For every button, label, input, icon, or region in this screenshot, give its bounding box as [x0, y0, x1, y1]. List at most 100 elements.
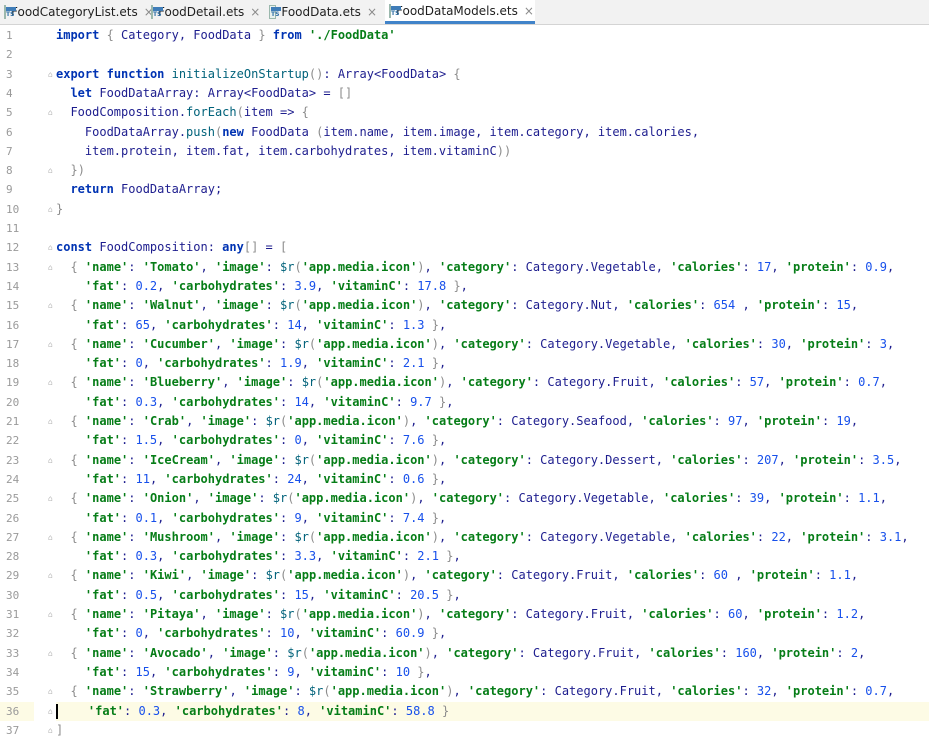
- code-line[interactable]: { 'name': 'Walnut', 'image': $r('app.med…: [56, 296, 929, 315]
- code-area[interactable]: import { Category, FoodData } from './Fo…: [56, 25, 929, 738]
- code-line[interactable]: export function initializeOnStartup(): A…: [56, 65, 929, 84]
- line-number: 8: [6, 164, 13, 178]
- fold-marker-icon[interactable]: ⌂: [48, 682, 53, 701]
- close-icon[interactable]: ×: [524, 4, 534, 18]
- tab-label: FoodData.ets: [281, 5, 361, 19]
- code-line[interactable]: { 'name': 'Cucumber', 'image': $r('app.m…: [56, 335, 929, 354]
- code-line[interactable]: { 'name': 'Onion', 'image': $r('app.medi…: [56, 489, 929, 508]
- fold-marker-icon[interactable]: ⌂: [48, 566, 53, 585]
- code-line[interactable]: { 'name': 'Kiwi', 'image': $r('app.media…: [56, 566, 929, 585]
- fold-marker-icon[interactable]: ⌂: [48, 65, 53, 84]
- fold-marker-icon[interactable]: ⌂: [48, 373, 53, 392]
- code-line[interactable]: 'fat': 0, 'carbohydrates': 10, 'vitaminC…: [56, 624, 929, 643]
- tab-foodcategorylist-ets[interactable]: TS FoodCategoryList.ets ×: [0, 0, 154, 24]
- code-line-text: FoodComposition.forEach(item => {: [56, 105, 309, 120]
- line-number: 12: [6, 241, 20, 255]
- code-line-text: { 'name': 'Walnut', 'image': $r('app.med…: [70, 298, 859, 313]
- code-line[interactable]: let FoodDataArray: Array<FoodData> = []: [56, 84, 929, 103]
- tab-fooddetail-ets[interactable]: TS FoodDetail.ets ×: [147, 0, 265, 24]
- fold-marker-icon[interactable]: ⌂: [48, 258, 53, 277]
- line-number: 26: [6, 511, 20, 525]
- code-line[interactable]: 'fat': 0.3, 'carbohydrates': 3.3, 'vitam…: [56, 547, 929, 566]
- close-icon[interactable]: ×: [367, 5, 377, 19]
- fold-marker-icon[interactable]: ⌂: [48, 528, 53, 547]
- line-number: 22: [6, 434, 20, 448]
- fold-marker-icon[interactable]: ⌂: [48, 412, 53, 431]
- code-line[interactable]: import { Category, FoodData } from './Fo…: [56, 26, 929, 45]
- code-line[interactable]: 'fat': 0.3, 'carbohydrates': 8, 'vitamin…: [56, 701, 929, 721]
- close-icon[interactable]: ×: [250, 5, 260, 19]
- fold-marker-icon[interactable]: ⌂: [48, 605, 53, 624]
- code-line[interactable]: [56, 219, 929, 238]
- code-line-text: { 'name': 'IceCream', 'image': $r('app.m…: [70, 452, 902, 467]
- line-number: 28: [6, 550, 20, 564]
- tab-label: FoodCategoryList.ets: [11, 5, 138, 19]
- code-line[interactable]: }: [56, 200, 929, 219]
- line-number: 10: [6, 202, 20, 216]
- fold-marker-icon[interactable]: ⌂: [48, 238, 53, 257]
- code-line[interactable]: 'fat': 0, 'carbohydrates': 1.9, 'vitamin…: [56, 354, 929, 373]
- code-line[interactable]: 'fat': 11, 'carbohydrates': 24, 'vitamin…: [56, 470, 929, 489]
- line-number: 13: [6, 260, 20, 274]
- code-line[interactable]: { 'name': 'Mushroom', 'image': $r('app.m…: [56, 528, 929, 547]
- tab-fooddata-ets[interactable]: TS FoodData.ets ×: [265, 0, 385, 24]
- tab-label: FoodDetail.ets: [158, 5, 245, 19]
- code-line[interactable]: { 'name': 'Pitaya', 'image': $r('app.med…: [56, 605, 929, 624]
- fold-marker-icon[interactable]: ⌂: [48, 489, 53, 508]
- code-line-text: }: [56, 201, 64, 216]
- fold-marker-icon[interactable]: ⌂: [48, 200, 53, 219]
- code-line-text: { 'name': 'Strawberry', 'image': $r('app…: [70, 684, 895, 699]
- code-line[interactable]: FoodDataArray.push(new FoodData (item.na…: [56, 123, 929, 142]
- code-line[interactable]: const FoodComposition: any[] = [: [56, 238, 929, 257]
- code-editor[interactable]: 1 2 3 ⌂ 4 5 ⌂ 6 7 8 ⌂ 9 10 ⌂ 11 12 ⌂ 13 ⌂ 14 15 ⌂ 16 17 ⌂ 18 19 ⌂ 20…: [0, 25, 929, 738]
- fold-marker-icon[interactable]: ⌂: [48, 103, 53, 122]
- code-line[interactable]: }): [56, 161, 929, 180]
- code-line[interactable]: 'fat': 65, 'carbohydrates': 14, 'vitamin…: [56, 316, 929, 335]
- code-line[interactable]: { 'name': 'Tomato', 'image': $r('app.med…: [56, 258, 929, 277]
- code-line[interactable]: ]: [56, 721, 929, 738]
- code-line-text: { 'name': 'Blueberry', 'image': $r('app.…: [70, 375, 887, 390]
- code-line[interactable]: 'fat': 1.5, 'carbohydrates': 0, 'vitamin…: [56, 431, 929, 450]
- line-number: 4: [6, 86, 13, 100]
- code-line[interactable]: 'fat': 0.1, 'carbohydrates': 9, 'vitamin…: [56, 509, 929, 528]
- code-line-text: { 'name': 'Onion', 'image': $r('app.medi…: [70, 491, 887, 506]
- fold-marker-icon[interactable]: ⌂: [48, 644, 53, 663]
- code-line[interactable]: 'fat': 0.2, 'carbohydrates': 3.9, 'vitam…: [56, 277, 929, 296]
- fold-marker-icon[interactable]: ⌂: [48, 335, 53, 354]
- line-number: 23: [6, 453, 20, 467]
- code-line-text: { 'name': 'Tomato', 'image': $r('app.med…: [70, 259, 895, 274]
- line-number: 6: [6, 125, 13, 139]
- code-line[interactable]: 'fat': 0.5, 'carbohydrates': 15, 'vitami…: [56, 586, 929, 605]
- typescript-file-icon: TS: [151, 5, 163, 19]
- fold-marker-icon[interactable]: ⌂: [48, 296, 53, 315]
- fold-marker-icon[interactable]: ⌂: [48, 721, 53, 740]
- line-number: 7: [6, 144, 13, 158]
- code-line[interactable]: { 'name': 'Strawberry', 'image': $r('app…: [56, 682, 929, 701]
- code-line[interactable]: { 'name': 'Crab', 'image': $r('app.media…: [56, 412, 929, 431]
- fold-marker-icon[interactable]: ⌂: [48, 702, 53, 721]
- code-line[interactable]: { 'name': 'Blueberry', 'image': $r('app.…: [56, 373, 929, 392]
- line-number: 17: [6, 337, 20, 351]
- code-line-text: return FoodDataArray;: [70, 182, 223, 197]
- code-line-text: 'fat': 11, 'carbohydrates': 24, 'vitamin…: [84, 471, 447, 486]
- line-number: 18: [6, 357, 20, 371]
- code-line-text: export function initializeOnStartup(): A…: [56, 66, 461, 81]
- tab-fooddatamodels-ets[interactable]: TS FoodDataModels.ets ×: [385, 0, 535, 24]
- code-line[interactable]: 'fat': 15, 'carbohydrates': 9, 'vitaminC…: [56, 663, 929, 682]
- code-line-text: FoodDataArray.push(new FoodData (item.na…: [56, 124, 700, 139]
- code-line[interactable]: return FoodDataArray;: [56, 180, 929, 199]
- line-number: 25: [6, 492, 20, 506]
- fold-marker-icon[interactable]: ⌂: [48, 451, 53, 470]
- line-number: 5: [6, 106, 13, 120]
- code-line-text: { 'name': 'Mushroom', 'image': $r('app.m…: [70, 529, 909, 544]
- code-line[interactable]: item.protein, item.fat, item.carbohydrat…: [56, 142, 929, 161]
- fold-marker-icon[interactable]: ⌂: [48, 161, 53, 180]
- code-line[interactable]: { 'name': 'IceCream', 'image': $r('app.m…: [56, 451, 929, 470]
- code-line[interactable]: 'fat': 0.3, 'carbohydrates': 14, 'vitami…: [56, 393, 929, 412]
- code-line[interactable]: FoodComposition.forEach(item => {: [56, 103, 929, 122]
- code-line-text: item.protein, item.fat, item.carbohydrat…: [56, 143, 512, 158]
- code-line[interactable]: { 'name': 'Avocado', 'image': $r('app.me…: [56, 644, 929, 663]
- code-line[interactable]: [56, 45, 929, 64]
- code-line-text: 'fat': 0.2, 'carbohydrates': 3.9, 'vitam…: [84, 278, 468, 293]
- typescript-file-icon: TS: [389, 3, 401, 18]
